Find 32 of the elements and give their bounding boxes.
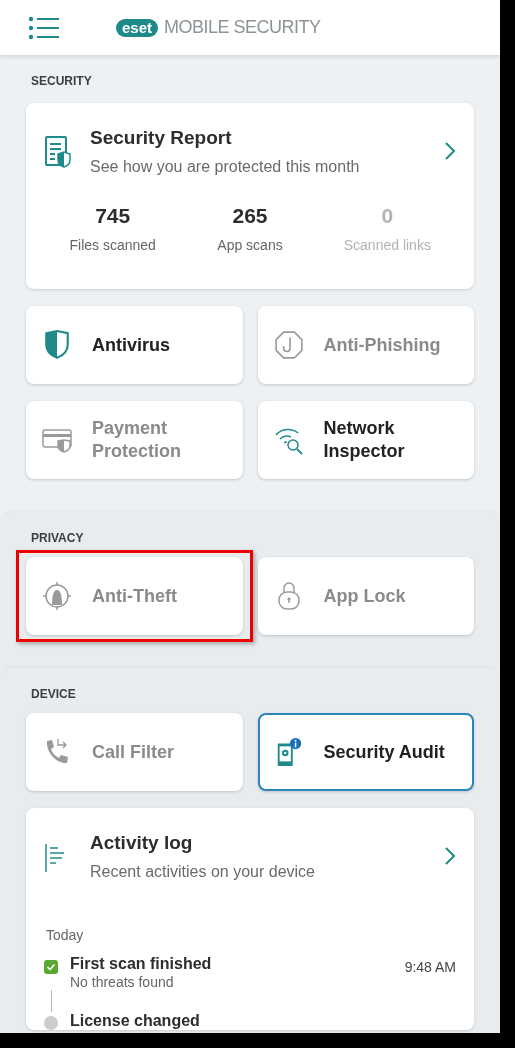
activity-title: First scan finished (70, 955, 213, 973)
section-title: PRIVACY (31, 531, 85, 545)
card-title: Activity log (90, 832, 194, 854)
stat-label: Scanned links (343, 237, 431, 253)
stat-value: 745 (95, 204, 131, 228)
masked-figure-icon (42, 581, 72, 611)
card-subtitle: Recent activities on your device (90, 863, 316, 881)
activity-card[interactable]: Activity log Recent activities on your device Today First scan finished No threats found 9:48 AM License changed (26, 808, 474, 1030)
shield-icon (42, 330, 72, 360)
app-name: MOBILE SECURITY (164, 17, 321, 38)
activity-detail: No threats found (70, 974, 175, 990)
activity-title: License changed (70, 1012, 201, 1030)
activity-time: 9:48 AM (404, 959, 456, 977)
card-subtitle: See how you are protected this month (90, 158, 361, 176)
feature-tile[interactable]: Security Audit (257, 713, 474, 791)
menu-icon[interactable] (28, 15, 60, 40)
report-card[interactable]: Security Report See how you are protected this month 745 Files scanned 265 App scans 0 Scanned links (26, 103, 474, 289)
stat-value: 0 (381, 204, 394, 228)
chevron-right-icon[interactable] (444, 141, 456, 161)
chevron-right-icon[interactable] (444, 846, 456, 866)
hook-icon (273, 330, 304, 360)
brand-logo: eset (116, 18, 159, 37)
section-title: DEVICE (31, 687, 77, 701)
stat-label: Files scanned (69, 237, 156, 253)
document-shield-icon (44, 135, 72, 169)
stat-label: App scans (217, 237, 283, 253)
day-label: Today (46, 927, 85, 943)
section-title: SECURITY (31, 74, 93, 88)
feature-tile[interactable]: Network Inspector (257, 401, 474, 479)
stat-value: 265 (232, 204, 268, 228)
feature-tile[interactable]: Antivirus (26, 306, 243, 384)
card-title: Security Report (90, 127, 233, 149)
